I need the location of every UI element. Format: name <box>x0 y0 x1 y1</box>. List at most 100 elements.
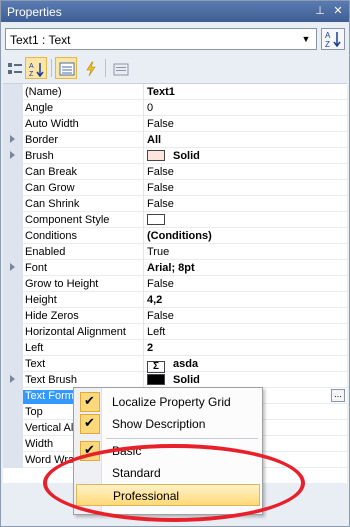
property-value-cell[interactable]: False <box>143 164 347 180</box>
expand-triangle-icon[interactable] <box>10 135 15 143</box>
row-gutter <box>3 164 23 180</box>
property-value-cell[interactable]: Arial; 8pt <box>143 260 347 276</box>
pin-icon[interactable]: ⊥ <box>313 4 327 18</box>
property-value-cell[interactable]: False <box>143 308 347 324</box>
property-name: Height <box>25 294 57 306</box>
property-row[interactable]: Text Σasda <box>3 356 347 373</box>
property-value-cell[interactable] <box>143 212 347 228</box>
checkmark-icon: ✔ <box>80 414 100 434</box>
properties-icon <box>59 62 75 76</box>
property-value-cell[interactable]: 0 <box>143 100 347 116</box>
property-name: Conditions <box>25 230 77 242</box>
property-value-cell[interactable]: False <box>143 180 347 196</box>
property-value-cell[interactable]: Solid <box>143 372 347 388</box>
property-name: Horizontal Alignment <box>25 326 126 338</box>
property-row[interactable]: Border All <box>3 132 347 148</box>
property-pages-button[interactable] <box>109 57 131 79</box>
property-name: Border <box>25 134 59 146</box>
row-gutter <box>3 292 23 308</box>
row-gutter <box>3 372 23 388</box>
toolbar-divider <box>105 59 106 77</box>
property-value: False <box>147 198 174 210</box>
row-gutter <box>3 388 23 404</box>
properties-button[interactable] <box>55 57 77 79</box>
property-name: Can Grow <box>25 182 75 194</box>
alphabetical-button[interactable]: A Z <box>25 57 47 79</box>
ellipsis-button[interactable]: ... <box>331 389 345 402</box>
object-selector-dropdown[interactable]: Text1 : Text ▼ <box>5 28 317 50</box>
object-selector-value: Text1 : Text <box>10 33 71 47</box>
property-row[interactable]: Grow to Height False <box>3 276 347 292</box>
row-gutter <box>3 276 23 292</box>
row-gutter <box>3 308 23 324</box>
menu-item-show-description[interactable]: ✔ Show Description <box>76 413 260 435</box>
categorized-button[interactable] <box>3 57 25 79</box>
property-toolbar: A Z <box>3 56 347 80</box>
property-value: False <box>147 278 174 290</box>
property-name: Component Style <box>25 214 110 226</box>
property-row[interactable]: Left 2 <box>3 340 347 356</box>
property-value-cell[interactable]: 4,2 <box>143 292 347 308</box>
property-value: Arial; 8pt <box>147 262 195 274</box>
property-value-cell[interactable]: Left <box>143 324 347 340</box>
property-row[interactable]: Brush Solid <box>3 148 347 164</box>
expand-triangle-icon[interactable] <box>10 263 15 271</box>
property-row[interactable]: Text Brush Solid <box>3 372 347 388</box>
property-row[interactable]: Can Break False <box>3 164 347 180</box>
property-value-cell[interactable]: False <box>143 196 347 212</box>
close-icon[interactable]: ✕ <box>331 4 345 18</box>
property-name: Can Break <box>25 166 77 178</box>
properties-window: Properties ⊥ ✕ Text1 : Text ▼ A Z A Z (N… <box>0 0 350 527</box>
sort-az-button[interactable]: A Z <box>321 28 345 50</box>
row-gutter <box>3 116 23 132</box>
property-value: 0 <box>147 102 154 114</box>
row-gutter <box>3 452 23 468</box>
property-row[interactable]: (Name) Text1 <box>3 84 347 100</box>
row-gutter <box>3 324 23 340</box>
property-row[interactable]: Conditions (Conditions) <box>3 228 347 244</box>
row-gutter <box>3 228 23 244</box>
events-button[interactable] <box>79 57 101 79</box>
property-value-cell[interactable]: All <box>143 132 347 148</box>
property-value-cell[interactable]: Σasda <box>143 356 347 373</box>
property-name: Grow to Height <box>25 278 99 290</box>
title-bar: Properties ⊥ ✕ <box>1 1 349 22</box>
property-value: All <box>147 134 162 146</box>
row-gutter <box>3 100 23 116</box>
property-value-cell[interactable]: False <box>143 116 347 132</box>
color-swatch <box>147 150 165 161</box>
property-row[interactable]: Height 4,2 <box>3 292 347 308</box>
property-row[interactable]: Enabled True <box>3 244 347 260</box>
expand-triangle-icon[interactable] <box>10 375 15 383</box>
menu-item-localize-property-grid[interactable]: ✔ Localize Property Grid <box>76 391 260 413</box>
property-value-cell[interactable]: Text1 <box>143 84 347 100</box>
property-row[interactable]: Hide Zeros False <box>3 308 347 324</box>
menu-item-label: Show Description <box>112 417 206 431</box>
property-row[interactable]: Can Shrink False <box>3 196 347 212</box>
expand-triangle-icon[interactable] <box>10 151 15 159</box>
property-row[interactable]: Auto Width False <box>3 116 347 132</box>
row-gutter <box>3 356 23 372</box>
property-row[interactable]: Angle 0 <box>3 100 347 116</box>
checkmark-icon: ✔ <box>80 392 100 412</box>
property-row[interactable]: Font Arial; 8pt <box>3 260 347 276</box>
row-gutter <box>3 196 23 212</box>
object-selector-row: Text1 : Text ▼ A Z <box>5 28 347 52</box>
property-value-cell[interactable]: True <box>143 244 347 260</box>
property-row[interactable]: Component Style <box>3 212 347 228</box>
svg-text:Z: Z <box>29 71 34 77</box>
menu-item-label: Localize Property Grid <box>112 395 231 409</box>
row-gutter <box>3 404 23 420</box>
property-value: 2 <box>147 342 154 354</box>
window-title: Properties <box>7 5 62 19</box>
chevron-down-icon[interactable]: ▼ <box>299 32 313 46</box>
property-value-cell[interactable]: 2 <box>143 340 347 356</box>
property-value: (Conditions) <box>147 230 212 242</box>
property-row[interactable]: Can Grow False <box>3 180 347 196</box>
property-value-cell[interactable]: False <box>143 276 347 292</box>
color-swatch <box>147 374 165 385</box>
row-gutter <box>3 244 23 260</box>
property-value-cell[interactable]: (Conditions) <box>143 228 347 244</box>
property-row[interactable]: Horizontal Alignment Left <box>3 324 347 340</box>
property-value-cell[interactable]: Solid <box>143 148 347 164</box>
